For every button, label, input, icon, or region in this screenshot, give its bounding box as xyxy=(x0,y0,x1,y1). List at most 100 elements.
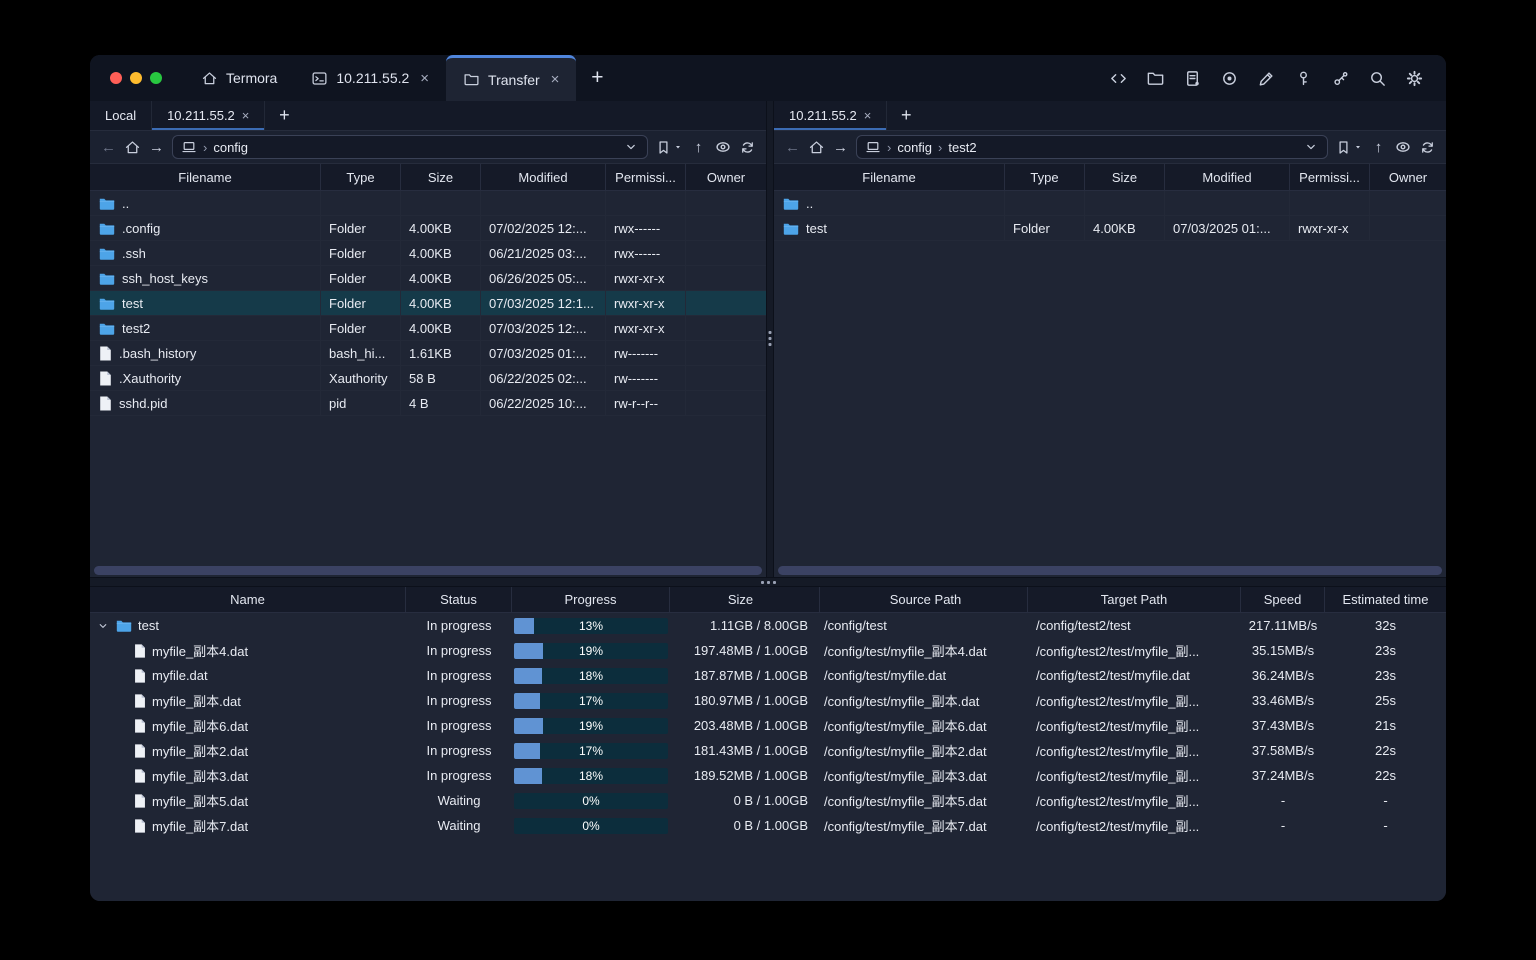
expander-chevron-down-icon[interactable] xyxy=(96,619,110,633)
refresh-icon[interactable] xyxy=(739,139,756,156)
tab-host-terminal[interactable]: 10.211.55.2 × xyxy=(294,55,446,101)
new-tab-button[interactable]: + xyxy=(576,55,618,101)
column-filename[interactable]: Filename xyxy=(90,164,321,190)
tab-remote-host[interactable]: 10.211.55.2 × xyxy=(774,101,888,130)
folder-icon[interactable] xyxy=(1146,69,1165,88)
column-target-path[interactable]: Target Path xyxy=(1028,587,1241,612)
tab-label: 10.211.55.2 xyxy=(336,70,410,86)
record-icon[interactable] xyxy=(1220,69,1239,88)
transfer-row[interactable]: myfile_副本7.dat Waiting 0% 0 B / 1.00GB /… xyxy=(90,813,1446,838)
table-row[interactable]: .bash_history bash_hi... 1.61KB 07/03/20… xyxy=(90,341,766,366)
horizontal-splitter[interactable] xyxy=(90,577,1446,587)
back-button[interactable]: ← xyxy=(100,139,117,156)
code-icon[interactable] xyxy=(1109,69,1128,88)
file-icon xyxy=(134,719,146,733)
transfer-row[interactable]: myfile_副本3.dat In progress 18% 189.52MB … xyxy=(90,763,1446,788)
filename: .config xyxy=(122,220,161,236)
refresh-icon[interactable] xyxy=(1419,139,1436,156)
table-row-selected[interactable]: test Folder 4.00KB 07/03/2025 12:1... rw… xyxy=(90,291,766,316)
column-owner[interactable]: Owner xyxy=(686,164,766,190)
transfer-row[interactable]: test In progress 13% 1.11GB / 8.00GB /co… xyxy=(90,613,1446,638)
column-permissions[interactable]: Permissi... xyxy=(1290,164,1370,190)
table-row[interactable]: .. xyxy=(90,191,766,216)
close-tab-icon[interactable]: × xyxy=(551,71,560,88)
scrollbar-thumb[interactable] xyxy=(94,565,762,575)
tab-transfer[interactable]: Transfer × xyxy=(446,55,577,101)
tab-remote-host[interactable]: 10.211.55.2 × xyxy=(152,101,266,130)
table-row[interactable]: .config Folder 4.00KB 07/02/2025 12:... … xyxy=(90,216,766,241)
column-size[interactable]: Size xyxy=(401,164,481,190)
transfer-row[interactable]: myfile_副本.dat In progress 17% 180.97MB /… xyxy=(90,688,1446,713)
table-row[interactable]: .ssh Folder 4.00KB 06/21/2025 03:... rwx… xyxy=(90,241,766,266)
bookmark-control[interactable] xyxy=(1335,139,1363,156)
column-source-path[interactable]: Source Path xyxy=(820,587,1028,612)
close-tab-icon[interactable]: × xyxy=(242,108,250,123)
keychain-icon[interactable] xyxy=(1331,69,1350,88)
transfer-row[interactable]: myfile_副本2.dat In progress 17% 181.43MB … xyxy=(90,738,1446,763)
minimize-window-button[interactable] xyxy=(130,72,142,84)
column-type[interactable]: Type xyxy=(1005,164,1085,190)
forward-button[interactable]: → xyxy=(148,139,165,156)
transfer-row[interactable]: myfile_副本5.dat Waiting 0% 0 B / 1.00GB /… xyxy=(90,788,1446,813)
vertical-splitter[interactable] xyxy=(766,101,774,577)
maximize-window-button[interactable] xyxy=(150,72,162,84)
key-icon[interactable] xyxy=(1294,69,1313,88)
path-input[interactable]: › config › test2 xyxy=(856,135,1328,159)
breadcrumb-segment[interactable]: config xyxy=(213,140,248,155)
table-row[interactable]: .. xyxy=(774,191,1446,216)
settings-icon[interactable] xyxy=(1405,69,1424,88)
tab-local[interactable]: Local xyxy=(90,101,153,130)
column-speed[interactable]: Speed xyxy=(1241,587,1325,612)
column-filename[interactable]: Filename xyxy=(774,164,1005,190)
column-type[interactable]: Type xyxy=(321,164,401,190)
transfer-row[interactable]: myfile_副本6.dat In progress 19% 203.48MB … xyxy=(90,713,1446,738)
breadcrumb-segment[interactable]: config xyxy=(897,140,932,155)
folder-icon xyxy=(99,272,115,285)
breadcrumb-segment[interactable]: test2 xyxy=(948,140,976,155)
tab-label: 10.211.55.2 xyxy=(789,108,857,123)
show-hidden-eye-icon[interactable] xyxy=(714,138,732,156)
column-progress[interactable]: Progress xyxy=(512,587,670,612)
home-button[interactable] xyxy=(808,139,825,156)
speed: 36.24MB/s xyxy=(1251,668,1315,683)
add-panel-tab-button[interactable]: + xyxy=(887,101,925,130)
bookmark-control[interactable] xyxy=(655,139,683,156)
column-name[interactable]: Name xyxy=(90,587,406,612)
forward-button[interactable]: → xyxy=(832,139,849,156)
close-tab-icon[interactable]: × xyxy=(420,70,429,87)
chevron-down-icon[interactable] xyxy=(623,139,639,155)
show-hidden-eye-icon[interactable] xyxy=(1394,138,1412,156)
transfer-row[interactable]: myfile_副本4.dat In progress 19% 197.48MB … xyxy=(90,638,1446,663)
column-size[interactable]: Size xyxy=(1085,164,1165,190)
splitter-grip-icon xyxy=(768,331,772,346)
column-size[interactable]: Size xyxy=(670,587,820,612)
tab-termora[interactable]: Termora xyxy=(184,55,294,101)
home-button[interactable] xyxy=(124,139,141,156)
table-row[interactable]: sshd.pid pid 4 B 06/22/2025 10:... rw-r-… xyxy=(90,391,766,416)
filename: .ssh xyxy=(122,245,146,261)
search-icon[interactable] xyxy=(1368,69,1387,88)
table-row[interactable]: test Folder 4.00KB 07/03/2025 01:... rwx… xyxy=(774,216,1446,241)
up-directory-button[interactable]: ↑ xyxy=(690,139,707,156)
table-row[interactable]: ssh_host_keys Folder 4.00KB 06/26/2025 0… xyxy=(90,266,766,291)
column-estimated-time[interactable]: Estimated time xyxy=(1325,587,1446,612)
chevron-down-icon[interactable] xyxy=(1303,139,1319,155)
log-icon[interactable] xyxy=(1183,69,1202,88)
column-modified[interactable]: Modified xyxy=(1165,164,1290,190)
up-directory-button[interactable]: ↑ xyxy=(1370,139,1387,156)
close-window-button[interactable] xyxy=(110,72,122,84)
column-modified[interactable]: Modified xyxy=(481,164,606,190)
path-input[interactable]: › config xyxy=(172,135,648,159)
transfer-row[interactable]: myfile.dat In progress 18% 187.87MB / 1.… xyxy=(90,663,1446,688)
column-owner[interactable]: Owner xyxy=(1370,164,1446,190)
scrollbar-thumb[interactable] xyxy=(778,565,1442,575)
close-tab-icon[interactable]: × xyxy=(864,108,872,123)
back-button[interactable]: ← xyxy=(784,139,801,156)
column-status[interactable]: Status xyxy=(406,587,512,612)
table-row[interactable]: test2 Folder 4.00KB 07/03/2025 12:... rw… xyxy=(90,316,766,341)
table-row[interactable]: .Xauthority Xauthority 58 B 06/22/2025 0… xyxy=(90,366,766,391)
edit-icon[interactable] xyxy=(1257,69,1276,88)
add-panel-tab-button[interactable]: + xyxy=(265,101,303,130)
column-permissions[interactable]: Permissi... xyxy=(606,164,686,190)
progress-label: 17% xyxy=(578,693,604,708)
